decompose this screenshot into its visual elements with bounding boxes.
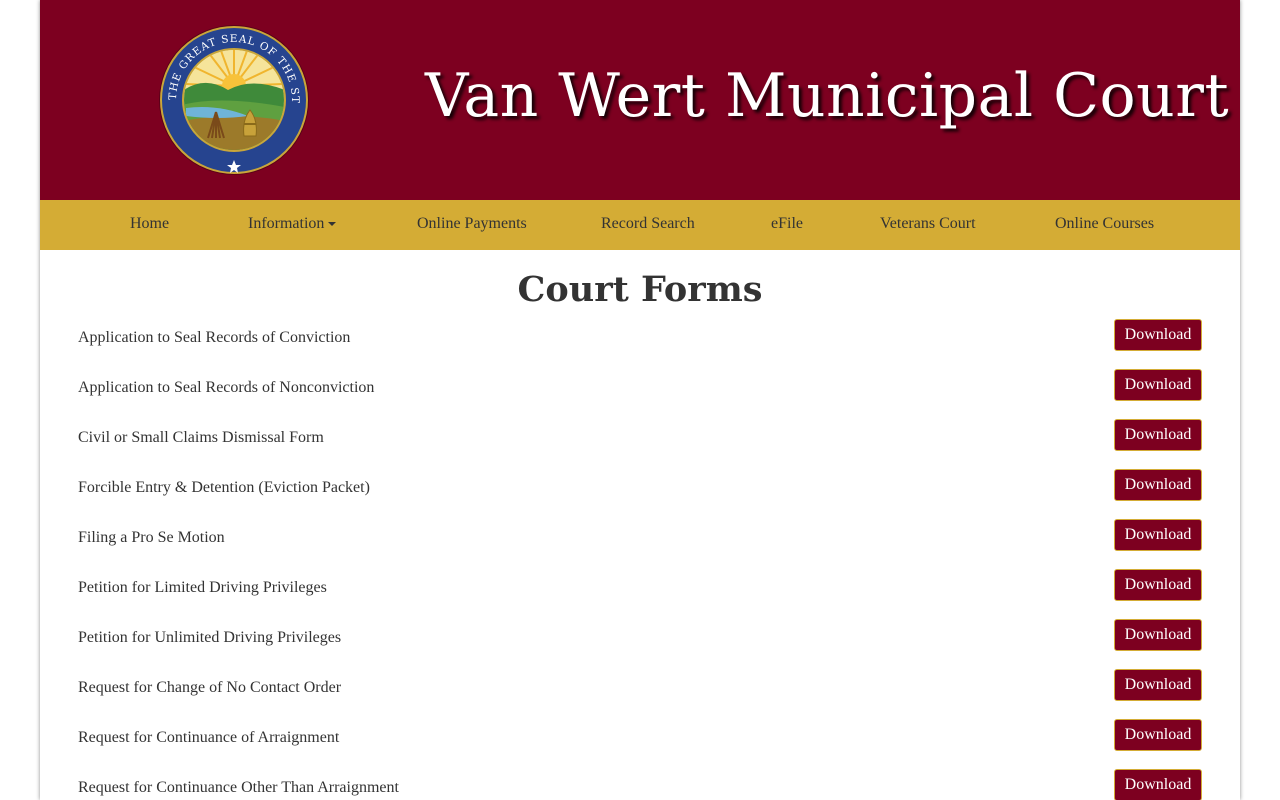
main-navbar: Home Information Online Payments Record … xyxy=(40,200,1240,250)
download-button[interactable]: Download xyxy=(1114,369,1202,401)
form-name: Civil or Small Claims Dismissal Form xyxy=(78,429,324,446)
form-name: Filing a Pro Se Motion xyxy=(78,529,225,546)
download-button[interactable]: Download xyxy=(1114,619,1202,651)
nav-information[interactable]: Information xyxy=(248,200,337,250)
form-row: Petition for Unlimited Driving Privilege… xyxy=(78,619,1202,664)
download-button[interactable]: Download xyxy=(1114,519,1202,551)
page-container: THE GREAT SEAL OF THE STATE OF OHIO Van … xyxy=(40,0,1240,800)
form-row: Application to Seal Records of Nonconvic… xyxy=(78,369,1202,414)
header-banner: THE GREAT SEAL OF THE STATE OF OHIO Van … xyxy=(40,0,1240,200)
download-button[interactable]: Download xyxy=(1114,769,1202,800)
nav-online-payments[interactable]: Online Payments xyxy=(417,200,527,250)
nav-information-label: Information xyxy=(248,215,325,232)
download-button[interactable]: Download xyxy=(1114,319,1202,351)
form-name: Petition for Limited Driving Privileges xyxy=(78,579,327,596)
form-row: Petition for Limited Driving Privileges … xyxy=(78,569,1202,614)
form-name: Petition for Unlimited Driving Privilege… xyxy=(78,629,342,646)
download-button[interactable]: Download xyxy=(1114,719,1202,751)
form-name: Application to Seal Records of Convictio… xyxy=(78,329,351,346)
form-name: Forcible Entry & Detention (Eviction Pac… xyxy=(78,479,370,496)
form-row: Request for Change of No Contact Order D… xyxy=(78,669,1202,714)
form-name: Request for Continuance Other Than Arrai… xyxy=(78,779,399,796)
form-row: Forcible Entry & Detention (Eviction Pac… xyxy=(78,469,1202,514)
form-name: Request for Change of No Contact Order xyxy=(78,679,342,696)
nav-home[interactable]: Home xyxy=(130,200,169,250)
form-name: Application to Seal Records of Nonconvic… xyxy=(78,379,375,396)
page-title: Court Forms xyxy=(517,269,763,310)
form-name: Request for Continuance of Arraignment xyxy=(78,729,340,746)
download-button[interactable]: Download xyxy=(1114,469,1202,501)
download-button[interactable]: Download xyxy=(1114,569,1202,601)
download-button[interactable]: Download xyxy=(1114,419,1202,451)
form-row: Civil or Small Claims Dismissal Form Dow… xyxy=(78,419,1202,464)
form-row: Request for Continuance of Arraignment D… xyxy=(78,719,1202,764)
nav-online-courses[interactable]: Online Courses xyxy=(1055,200,1154,250)
download-button[interactable]: Download xyxy=(1114,669,1202,701)
nav-veterans-court[interactable]: Veterans Court xyxy=(880,200,976,250)
caret-down-icon xyxy=(328,222,337,227)
form-row: Application to Seal Records of Convictio… xyxy=(78,319,1202,364)
form-row: Filing a Pro Se Motion Download xyxy=(78,519,1202,564)
state-seal-icon[interactable]: THE GREAT SEAL OF THE STATE OF OHIO xyxy=(158,24,310,176)
form-row: Request for Continuance Other Than Arrai… xyxy=(78,769,1202,800)
nav-efile[interactable]: eFile xyxy=(771,200,803,250)
site-title: Van Wert Municipal Court xyxy=(425,61,1230,131)
nav-record-search[interactable]: Record Search xyxy=(601,200,695,250)
